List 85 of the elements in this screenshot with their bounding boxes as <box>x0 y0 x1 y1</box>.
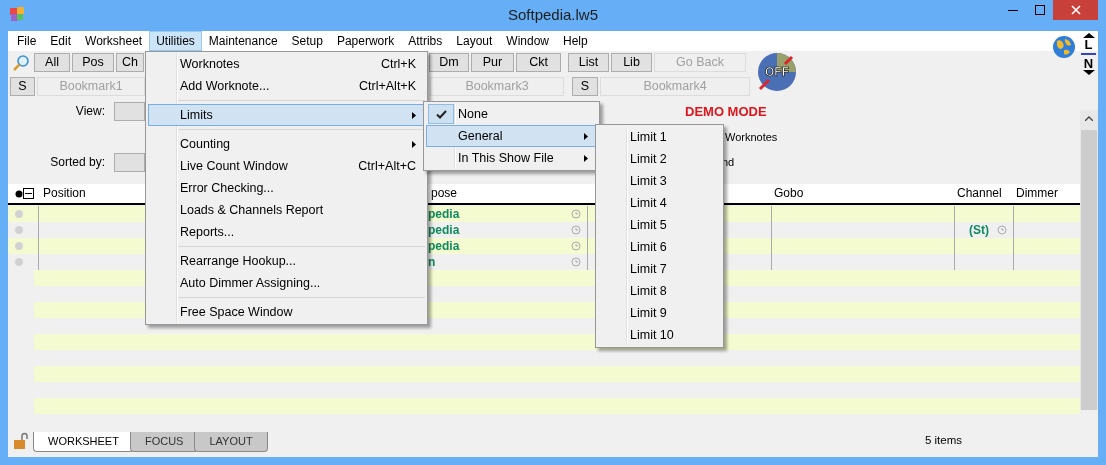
lock-icon[interactable] <box>13 432 29 450</box>
sheet-tab[interactable]: LAYOUT <box>194 432 268 452</box>
dot-icon <box>15 226 23 234</box>
menu-item[interactable]: General <box>426 125 597 147</box>
menu-item[interactable]: Edit <box>43 31 79 51</box>
menu-item[interactable]: Limit 9 <box>598 302 721 324</box>
collapse-icon[interactable] <box>23 188 34 199</box>
nav-button[interactable]: L <box>1081 33 1096 55</box>
scroll-up-icon <box>1085 116 1093 121</box>
menu-item[interactable]: None <box>426 103 597 125</box>
menu-item[interactable]: Layout <box>449 31 500 51</box>
menu-item[interactable]: Error Checking... <box>148 177 425 199</box>
menu-item[interactable]: Limit 2 <box>598 148 721 170</box>
globe-icon[interactable] <box>1052 35 1076 59</box>
toolbar-button[interactable]: Pur <box>471 53 514 72</box>
submenu-arrow-icon <box>584 155 588 162</box>
menu-item[interactable]: Help <box>556 31 595 51</box>
toolbar-button[interactable]: S <box>572 77 598 96</box>
menu-item[interactable]: Maintenance <box>201 31 285 51</box>
menu-item[interactable]: Limit 8 <box>598 280 721 302</box>
dot-icon <box>15 210 23 218</box>
magnifier-icon[interactable] <box>571 240 582 252</box>
vertical-scrollbar[interactable] <box>1080 110 1098 410</box>
menu-item[interactable]: Counting <box>148 133 425 155</box>
table-cell: n <box>428 254 436 270</box>
option-label: Worknotes <box>725 131 778 145</box>
menu-item[interactable]: Utilities <box>149 31 202 51</box>
column-header[interactable]: pose <box>428 186 587 201</box>
menu-item[interactable]: Auto Dimmer Assigning... <box>148 272 425 294</box>
table-cell: (St) <box>969 222 989 238</box>
menu-item[interactable]: Worksheet <box>78 31 150 51</box>
toolbar-button[interactable]: Lib <box>611 53 652 72</box>
maximize-icon <box>1034 5 1045 15</box>
menu-item[interactable]: Limit 1 <box>598 126 721 148</box>
menu-item[interactable]: Attribs <box>401 31 450 51</box>
status-text: 5 items <box>924 434 962 448</box>
menu-item[interactable]: Live Count Window Ctrl+Alt+C <box>148 155 425 177</box>
up-arrow-icon <box>1082 33 1095 38</box>
menu-item[interactable]: Worknotes Ctrl+K <box>148 53 425 75</box>
menu-item[interactable]: Window <box>499 31 556 51</box>
check-icon <box>435 109 447 119</box>
close-icon <box>1070 5 1081 15</box>
toolbar-button[interactable]: Dm <box>429 53 469 72</box>
toolbar-button[interactable]: Ckt <box>516 53 561 72</box>
submenu-arrow-icon <box>412 141 416 148</box>
magnifier-icon[interactable] <box>571 256 582 268</box>
toolbar-button[interactable]: List <box>568 53 609 72</box>
dot-icon <box>15 258 23 266</box>
menu-item[interactable]: Setup <box>284 31 330 51</box>
view-field[interactable] <box>114 102 145 121</box>
menu-item[interactable]: In This Show File <box>426 147 597 169</box>
submenu-arrow-icon <box>412 112 416 119</box>
toolbar-button[interactable]: Pos <box>72 53 114 72</box>
nav-button[interactable]: N <box>1081 57 1096 79</box>
menu-item[interactable]: Paperwork <box>329 31 402 51</box>
toolbar-button[interactable]: All <box>34 53 70 72</box>
window-title: Softpedia.lw5 <box>506 6 600 24</box>
view-label: View: <box>74 104 105 119</box>
toolbar-button[interactable]: S <box>10 77 35 96</box>
magnifier-icon[interactable] <box>571 224 582 236</box>
table-cell: pedia <box>428 222 460 238</box>
magnifier-icon[interactable] <box>997 224 1008 236</box>
menu-item[interactable]: Limit 10 <box>598 324 721 346</box>
search-icon[interactable] <box>12 53 30 72</box>
table-cell: pedia <box>428 238 460 254</box>
column-header[interactable]: Dimmer <box>1013 186 1080 201</box>
toolbar-button[interactable]: Ch <box>116 53 144 72</box>
sorted-by-label: Sorted by: <box>49 155 105 170</box>
column-header[interactable]: Gobo <box>771 186 954 201</box>
down-arrow-icon <box>1082 70 1095 75</box>
menu-item[interactable]: File <box>10 31 44 51</box>
menu-item[interactable]: Free Space Window <box>148 301 425 323</box>
table-cell: pedia <box>428 206 460 222</box>
dot-icon <box>15 242 23 250</box>
demo-mode-label: DEMO MODE <box>685 103 767 120</box>
sorted-by-field[interactable] <box>114 153 145 172</box>
menu-item[interactable]: Add Worknote... Ctrl+Alt+K <box>148 75 425 97</box>
minimize-icon <box>1007 9 1018 11</box>
menu-item[interactable]: Limit 3 <box>598 170 721 192</box>
app-icon <box>9 6 25 22</box>
magnifier-icon[interactable] <box>571 208 582 220</box>
menu-item[interactable]: Limits <box>148 104 425 126</box>
column-header[interactable]: Channel <box>954 186 1013 201</box>
submenu-arrow-icon <box>584 133 588 140</box>
menu-item[interactable]: Limit 7 <box>598 258 721 280</box>
